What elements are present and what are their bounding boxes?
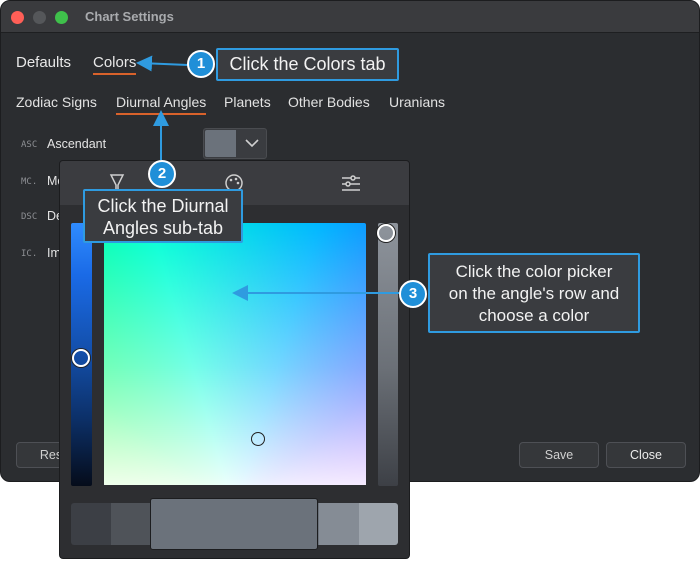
step-badge: 3 [399, 280, 427, 308]
callout-step-1: Click the Colors tab [216, 48, 399, 81]
step-badge: 1 [187, 50, 215, 78]
callout-text: Angles sub-tab [102, 218, 224, 238]
callout-text: Click the Diurnal [97, 196, 229, 216]
callout-text: on the angle's row and [448, 284, 620, 303]
callout-text: Click the color picker [455, 262, 613, 281]
callout-step-2: Click the Diurnal Angles sub-tab [83, 189, 243, 243]
callout-text: Click the Colors tab [229, 54, 386, 74]
callout-text: choose a color [478, 306, 590, 325]
callout-step-3: Click the color picker on the angle's ro… [428, 253, 640, 333]
arrow-to-colors-tab [136, 55, 189, 72]
step-badge: 2 [148, 160, 176, 188]
